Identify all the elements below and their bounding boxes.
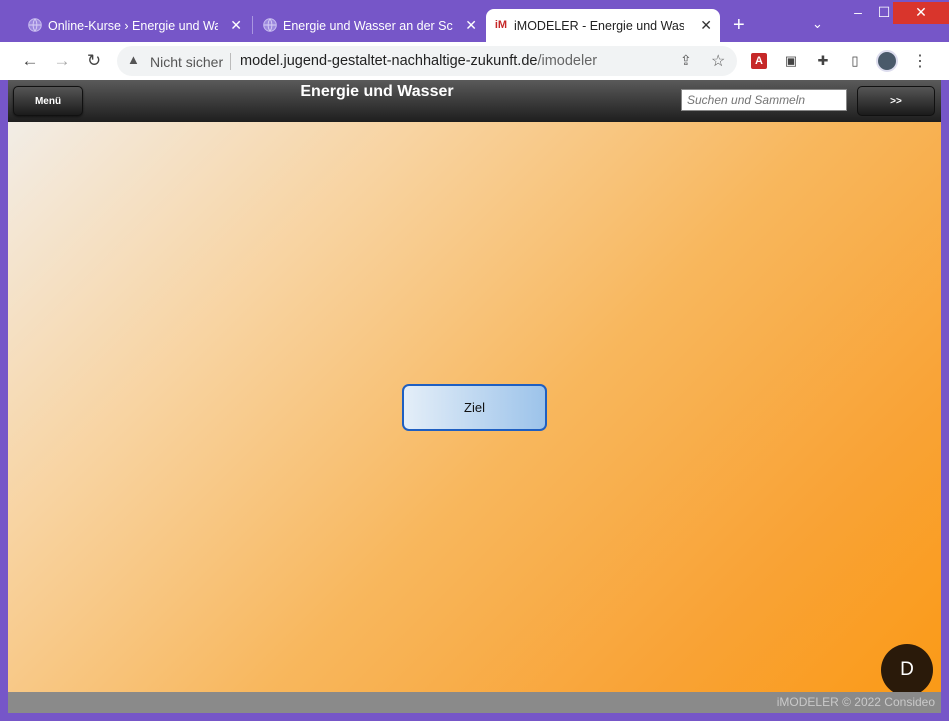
- expand-button[interactable]: >>: [857, 86, 935, 116]
- avatar[interactable]: [876, 50, 898, 72]
- back-arrow-icon[interactable]: ←: [19, 50, 41, 72]
- kebab-menu-icon[interactable]: ⋮: [912, 51, 928, 71]
- chevron-down-icon[interactable]: ⌄: [812, 16, 823, 32]
- url-host: model.jugend-gestaltet-nachhaltige-zukun…: [240, 53, 538, 69]
- close-tab-icon[interactable]: ✕: [465, 17, 477, 33]
- search-input[interactable]: [681, 89, 847, 111]
- page-title: Energie und Wasser: [300, 83, 454, 100]
- imodeler-app: Menü Energie und Wasser >> Ziel: [8, 80, 941, 713]
- security-label[interactable]: Nicht sicher: [150, 54, 223, 70]
- close-tab-icon[interactable]: ✕: [230, 17, 242, 33]
- tab-energie-schule[interactable]: Energie und Wasser an der Schu ✕: [255, 9, 485, 42]
- share-icon[interactable]: ⇪: [680, 52, 692, 69]
- globe-icon: [263, 18, 277, 32]
- copyright-text: iMODELER © 2022 Consideo: [776, 695, 935, 709]
- tab-title: Energie und Wasser an der Schu: [283, 18, 453, 33]
- warning-icon[interactable]: ▲: [127, 52, 140, 67]
- url-text[interactable]: model.jugend-gestaltet-nachhaltige-zukun…: [240, 53, 597, 69]
- tab-strip: Online-Kurse › Energie und Wass ✕ Energi…: [0, 0, 949, 42]
- tab-online-kurse[interactable]: Online-Kurse › Energie und Wass ✕: [20, 9, 250, 42]
- clipboard-icon[interactable]: ▣: [783, 53, 799, 69]
- globe-icon: [28, 18, 42, 32]
- tab-imodeler[interactable]: iM iMODELER - Energie und Wasse ✕: [486, 9, 720, 42]
- sidepanel-icon[interactable]: ▯: [847, 53, 863, 69]
- pdf-icon[interactable]: A: [751, 53, 767, 69]
- menu-button[interactable]: Menü: [13, 86, 83, 116]
- address-bar[interactable]: ▲ Nicht sicher model.jugend-gestaltet-na…: [117, 46, 737, 76]
- goal-node[interactable]: Ziel: [402, 384, 547, 431]
- close-tab-icon[interactable]: ✕: [700, 17, 712, 33]
- model-canvas[interactable]: Ziel D: [8, 122, 941, 713]
- app-header: Menü Energie und Wasser >>: [8, 80, 941, 122]
- new-tab-button[interactable]: +: [733, 14, 745, 37]
- tab-separator: [252, 16, 253, 34]
- puzzle-icon[interactable]: ✚: [815, 53, 831, 69]
- address-separator: [230, 53, 231, 70]
- browser-toolbar: ← → ↻ ▲ Nicht sicher model.jugend-gestal…: [0, 42, 949, 80]
- reload-icon[interactable]: ↻: [83, 50, 105, 72]
- star-icon[interactable]: ☆: [711, 51, 725, 71]
- forward-arrow-icon[interactable]: →: [51, 50, 73, 72]
- close-window-button[interactable]: ✕: [893, 2, 949, 24]
- browser-window: Online-Kurse › Energie und Wass ✕ Energi…: [0, 0, 949, 721]
- tab-title: Online-Kurse › Energie und Wass: [48, 18, 218, 33]
- user-avatar-button[interactable]: D: [881, 644, 933, 696]
- imodeler-favicon-icon: iM: [494, 19, 508, 31]
- tab-title: iMODELER - Energie und Wasse: [514, 18, 684, 33]
- url-path: /imodeler: [537, 53, 598, 69]
- app-footer: iMODELER © 2022 Consideo: [8, 692, 941, 713]
